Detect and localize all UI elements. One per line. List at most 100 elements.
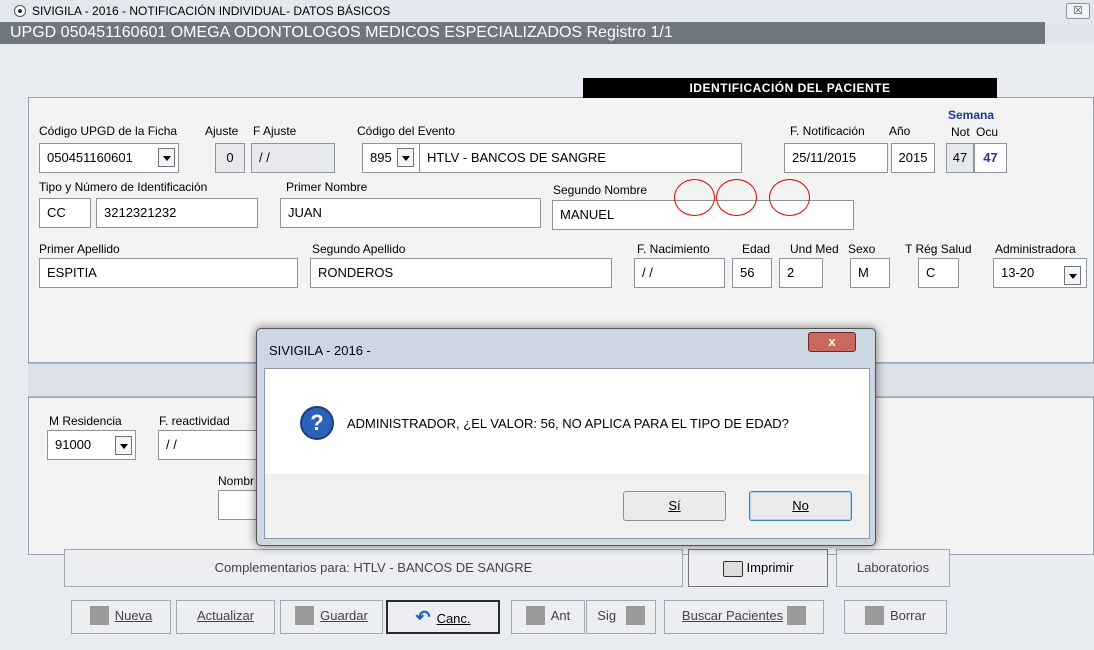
annotation-circle [769, 179, 810, 216]
m-residencia-label: M Residencia [49, 414, 122, 428]
close-icon[interactable]: x [808, 332, 856, 352]
tipo-id-label: Tipo y Número de Identificación [39, 180, 208, 194]
annotation-circle [674, 179, 715, 216]
semana-label: Semana [948, 108, 995, 122]
dialog-body: ? ADMINISTRADOR, ¿EL VALOR: 56, NO APLIC… [264, 368, 870, 539]
ant-icon [525, 606, 545, 626]
sig-button[interactable]: Sig [586, 600, 656, 634]
complementarios-button[interactable]: Complementarios para: HTLV - BANCOS DE S… [64, 549, 683, 587]
t-reg-salud-label: T Rég Salud [905, 242, 972, 256]
imprimir-label: Imprimir [746, 560, 794, 575]
codigo-evento-value: 895 [370, 150, 392, 165]
codigo-evento-label: Código del Evento [357, 124, 456, 138]
dialog-message: ADMINISTRADOR, ¿EL VALOR: 56, NO APLICA … [347, 416, 789, 431]
f-nacimiento-label: F. Nacimiento [637, 242, 710, 256]
anio-label: Año [889, 124, 911, 138]
ajuste-label: Ajuste [205, 124, 239, 138]
imprimir-button[interactable]: Imprimir [688, 549, 828, 587]
canc-label: Canc. [436, 611, 471, 626]
close-icon[interactable]: ☒ [1066, 3, 1090, 19]
patient-panel [28, 97, 1094, 363]
primer-nombre-label: Primer Nombre [286, 180, 368, 194]
borrar-label: Borrar [889, 608, 927, 623]
nueva-button[interactable]: Nueva [71, 600, 171, 634]
chevron-down-icon[interactable] [397, 148, 414, 167]
guardar-icon [295, 606, 315, 626]
window-title-bar: SIVIGILA - 2016 - NOTIFICACIÓN INDIVIDUA… [0, 0, 1094, 22]
administradora-label: Administradora [995, 242, 1076, 256]
tipo-id-field[interactable]: CC [39, 198, 91, 228]
borrar-icon [864, 606, 884, 626]
m-residencia-value: 91000 [55, 437, 92, 452]
f-ajuste-label: F Ajuste [253, 124, 297, 138]
semana-not-label: Not [951, 125, 970, 139]
ajuste-field[interactable]: 0 [215, 143, 245, 173]
primer-apellido-field[interactable]: ESPITIA [39, 258, 298, 288]
f-notificacion-field[interactable]: 25/11/2015 [784, 143, 888, 173]
no-label: No [792, 498, 809, 513]
guardar-button[interactable]: Guardar [280, 600, 383, 634]
sig-label: Sig [597, 608, 617, 623]
record-header-text: UPGD 050451160601 OMEGA ODONTOLOGOS MEDI… [10, 24, 673, 41]
nueva-icon [89, 606, 109, 626]
primer-apellido-label: Primer Apellido [39, 242, 120, 256]
app-icon [14, 5, 26, 17]
undo-icon: ↶ [415, 607, 431, 627]
administradora-value: 13-20 [1001, 265, 1035, 280]
sexo-label: Sexo [848, 242, 876, 256]
segundo-apellido-field[interactable]: RONDEROS [310, 258, 612, 288]
buscar-pacientes-button[interactable]: Buscar Pacientes [664, 600, 824, 634]
dialog-footer: Sí No [265, 474, 869, 538]
laboratorios-label: Laboratorios [856, 560, 930, 575]
evento-name-field[interactable]: HTLV - BANCOS DE SANGRE [419, 143, 742, 173]
semana-ocu-label: Ocu [976, 125, 999, 139]
f-reactividad-label: F. reactividad [159, 414, 230, 428]
f-ajuste-field[interactable]: / / [251, 143, 335, 173]
laboratorios-button[interactable]: Laboratorios [836, 549, 950, 587]
segundo-apellido-label: Segundo Apellido [312, 242, 406, 256]
nombre-label: Nombr [218, 474, 255, 488]
confirm-dialog: SIVIGILA - 2016 - x ? ADMINISTRADOR, ¿EL… [256, 328, 876, 546]
nombre-field[interactable] [218, 490, 258, 520]
header-right-strip [1045, 22, 1094, 44]
sexo-field[interactable]: M [850, 258, 890, 288]
f-nacimiento-field[interactable]: / / [634, 258, 725, 288]
no-button[interactable]: No [749, 491, 852, 521]
semana-not-field[interactable]: 47 [946, 143, 974, 173]
nueva-label: Nueva [114, 608, 153, 623]
buscar-icon [787, 606, 807, 626]
borrar-button[interactable]: Borrar [844, 600, 947, 634]
semana-ocu-field[interactable]: 47 [974, 143, 1007, 173]
chevron-down-icon[interactable] [115, 436, 132, 455]
codigo-upgd-label: Código UPGD de la Ficha [39, 124, 178, 138]
complementarios-label: Complementarios para: HTLV - BANCOS DE S… [214, 560, 533, 575]
dialog-title: SIVIGILA - 2016 - [269, 343, 371, 358]
f-reactividad-field[interactable]: / / [158, 430, 258, 460]
und-med-label: Und Med [790, 242, 839, 256]
chevron-down-icon[interactable] [158, 148, 175, 167]
primer-nombre-field[interactable]: JUAN [280, 198, 541, 228]
ant-button[interactable]: Ant [511, 600, 585, 634]
yes-label: Sí [668, 498, 681, 513]
und-med-field[interactable]: 2 [779, 258, 823, 288]
ant-label: Ant [550, 608, 571, 623]
window-title: SIVIGILA - 2016 - NOTIFICACIÓN INDIVIDUA… [32, 4, 391, 18]
chevron-down-icon[interactable] [1064, 266, 1081, 285]
canc-button[interactable]: ↶ Canc. [386, 600, 500, 634]
actualizar-label: Actualizar [196, 608, 255, 623]
guardar-label: Guardar [320, 608, 368, 623]
edad-label: Edad [742, 242, 771, 256]
edad-field[interactable]: 56 [732, 258, 772, 288]
yes-button[interactable]: Sí [623, 491, 726, 521]
codigo-upgd-value: 050451160601 [47, 150, 133, 165]
question-icon: ? [300, 406, 334, 440]
sig-icon [625, 606, 645, 626]
actualizar-button[interactable]: Actualizar [176, 600, 275, 634]
anio-field[interactable]: 2015 [891, 143, 935, 173]
printer-icon [722, 560, 743, 577]
t-reg-salud-field[interactable]: C [918, 258, 959, 288]
annotation-circle [716, 179, 757, 216]
f-notificacion-label: F. Notificación [790, 124, 865, 138]
numero-id-field[interactable]: 3212321232 [96, 198, 258, 228]
section-title: IDENTIFICACIÓN DEL PACIENTE [583, 78, 997, 98]
